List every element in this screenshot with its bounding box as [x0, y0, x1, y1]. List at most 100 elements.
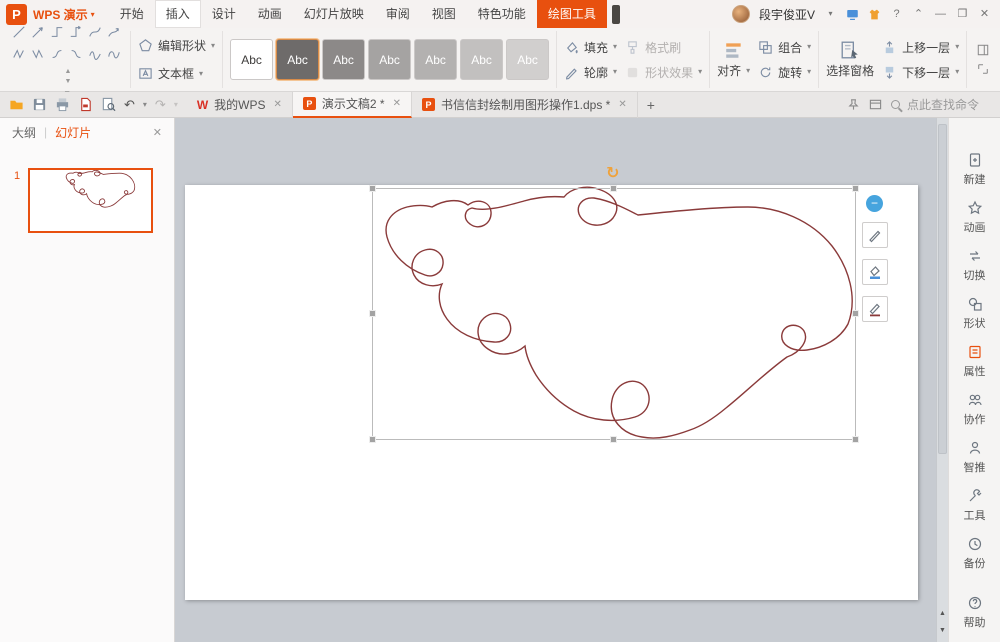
redo-caret-icon[interactable]: ▾ [174, 101, 178, 109]
command-search[interactable] [891, 97, 991, 113]
pin-tab-icon[interactable] [847, 98, 860, 111]
shape-curve-icon[interactable] [85, 21, 104, 43]
doc-tab-presentation2[interactable]: P 演示文稿2 * ✕ [293, 92, 412, 118]
edit-shape-button[interactable]: 编辑形状 ▾ [138, 33, 215, 58]
tab-close-icon[interactable]: ✕ [618, 99, 626, 110]
slides-tab[interactable]: 幻灯片 [55, 124, 91, 141]
undo-button[interactable]: ↶ [124, 97, 135, 113]
shape-effects-button[interactable]: 形状效果 ▾ [625, 60, 702, 85]
shape-zigzag-icon[interactable] [9, 43, 28, 65]
redo-button[interactable]: ↷ [155, 97, 166, 113]
shape-scurve2-icon[interactable] [66, 43, 85, 65]
resize-handle-ne[interactable] [852, 185, 859, 192]
launcher-icon[interactable] [977, 63, 989, 75]
undo-caret-icon[interactable]: ▾ [143, 101, 147, 109]
skin-icon[interactable] [868, 8, 881, 21]
tab-list-icon[interactable] [869, 98, 882, 111]
print-preview-icon[interactable] [101, 97, 116, 112]
open-folder-icon[interactable] [9, 97, 24, 112]
shape-freeform-icon[interactable] [104, 43, 123, 65]
sidebar-item-collaborate[interactable]: 协作 [964, 392, 986, 427]
command-search-input[interactable] [905, 97, 991, 113]
sidebar-item-shapes[interactable]: 形状 [964, 296, 986, 331]
sidebar-item-animation[interactable]: 动画 [964, 200, 986, 235]
previous-slide-button[interactable]: ▲ [937, 606, 948, 622]
menu-tab-slideshow[interactable]: 幻灯片放映 [293, 0, 375, 28]
shape-elbow-arrow-icon[interactable] [66, 21, 85, 43]
shape-squiggle-icon[interactable] [85, 43, 104, 65]
resize-handle-sw[interactable] [369, 436, 376, 443]
vertical-scrollbar[interactable]: ▲ ▼ [936, 118, 948, 642]
app-menu-caret-icon[interactable]: ▾ [91, 10, 95, 19]
sidebar-item-tools[interactable]: 工具 [964, 488, 986, 523]
shape-style-preset-6[interactable]: Abc [460, 39, 503, 80]
resize-handle-n[interactable] [610, 185, 617, 192]
restore-button[interactable]: ❐ [956, 9, 969, 20]
collapse-quick-tools-button[interactable]: − [866, 195, 883, 212]
menu-tab-animation[interactable]: 动画 [247, 0, 293, 28]
shape-line-icon[interactable] [9, 21, 28, 43]
resize-handle-w[interactable] [369, 310, 376, 317]
menu-tab-drawing-tools[interactable]: 绘图工具 [537, 0, 607, 28]
group-button[interactable]: 组合 ▾ [758, 35, 811, 60]
format-painter-button[interactable]: 格式刷 [625, 35, 702, 60]
slide-canvas-area[interactable]: ↻ − ▲ ▼ [175, 118, 948, 642]
bring-forward-button[interactable]: 上移一层 ▾ [882, 35, 959, 60]
save-icon[interactable] [32, 97, 47, 112]
print-icon[interactable] [55, 97, 70, 112]
menu-tab-design[interactable]: 设计 [201, 0, 247, 28]
shape-zigzag2-icon[interactable] [28, 43, 47, 65]
close-button[interactable]: ✕ [978, 9, 991, 20]
tab-close-icon[interactable]: ✕ [274, 99, 282, 110]
help-icon[interactable]: ? [890, 9, 903, 20]
user-avatar[interactable] [732, 5, 750, 23]
sidebar-item-help[interactable]: 帮助 [964, 595, 986, 630]
shape-scurve-icon[interactable] [47, 43, 66, 65]
menu-tab-view[interactable]: 视图 [421, 0, 467, 28]
doc-tab-letter-envelope[interactable]: P 书信信封绘制用图形操作1.dps * ✕ [412, 92, 638, 118]
doc-tab-my-wps[interactable]: W 我的WPS ✕ [187, 92, 293, 118]
shape-elbow-icon[interactable] [47, 21, 66, 43]
menu-tab-review[interactable]: 审阅 [375, 0, 421, 28]
selection-pane-button[interactable]: 选择窗格 [826, 40, 874, 80]
sidebar-item-new[interactable]: 新建 [964, 152, 986, 187]
minimize-button[interactable]: — [934, 9, 947, 20]
tab-close-icon[interactable]: ✕ [393, 98, 401, 109]
shape-style-preset-5[interactable]: Abc [414, 39, 457, 80]
user-name[interactable]: 段宇俊亚V [759, 6, 815, 23]
align-button[interactable]: 对齐 ▾ [717, 62, 750, 80]
scrollbar-thumb[interactable] [938, 124, 947, 454]
rotation-handle[interactable]: ↻ [606, 166, 619, 182]
quick-style-button[interactable] [862, 222, 888, 248]
menu-tab-special-features[interactable]: 特色功能 [467, 0, 537, 28]
collapse-ribbon-icon[interactable]: ⌃ [912, 9, 925, 20]
send-backward-button[interactable]: 下移一层 ▾ [882, 60, 959, 85]
quick-outline-button[interactable] [862, 296, 888, 322]
outline-button[interactable]: 轮廓 ▾ [564, 60, 617, 85]
resize-handle-s[interactable] [610, 436, 617, 443]
new-tab-button[interactable]: + [638, 97, 664, 113]
slide-thumbnail-1[interactable] [28, 168, 153, 233]
gallery-scroll-up-icon[interactable]: ▲ [65, 68, 72, 75]
sidebar-item-backup[interactable]: 备份 [964, 536, 986, 571]
resize-handle-nw[interactable] [369, 185, 376, 192]
shape-style-preset-1[interactable]: Abc [230, 39, 273, 80]
shape-style-preset-2-selected[interactable]: Abc [276, 39, 319, 80]
shape-style-preset-3[interactable]: Abc [322, 39, 365, 80]
quick-fill-button[interactable] [862, 259, 888, 285]
sidebar-item-transition[interactable]: 切换 [964, 248, 986, 283]
shape-curve-arrow-icon[interactable] [104, 21, 123, 43]
task-pane-icon[interactable] [977, 44, 989, 56]
share-icon[interactable] [846, 8, 859, 21]
shape-arrow-icon[interactable] [28, 21, 47, 43]
next-slide-button[interactable]: ▼ [937, 623, 948, 639]
sidebar-item-smart-recommend[interactable]: 智推 [964, 440, 986, 475]
resize-handle-se[interactable] [852, 436, 859, 443]
panel-close-icon[interactable]: ✕ [153, 126, 162, 139]
text-box-button[interactable]: 文本框 ▾ [138, 61, 215, 86]
fill-button[interactable]: 填充 ▾ [564, 35, 617, 60]
user-caret-icon[interactable]: ▾ [824, 10, 837, 18]
outline-tab[interactable]: 大纲 [12, 124, 36, 141]
sidebar-item-properties[interactable]: 属性 [964, 344, 986, 379]
shape-style-preset-4[interactable]: Abc [368, 39, 411, 80]
